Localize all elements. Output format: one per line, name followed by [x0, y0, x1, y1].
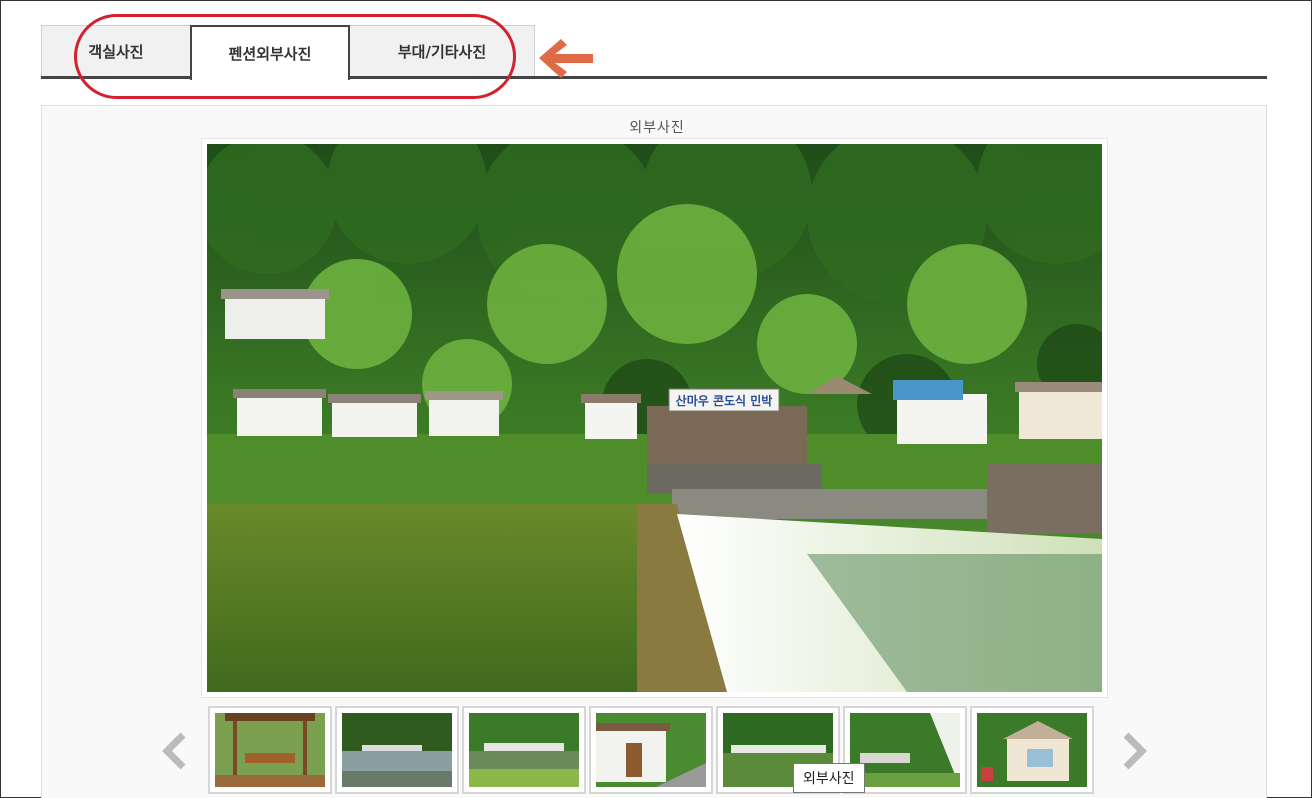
thumbnail-7[interactable] — [970, 706, 1094, 794]
main-photo-sign: 산마우 콘도식 민박 — [676, 393, 773, 408]
chevron-left-icon[interactable] — [159, 731, 191, 771]
tab-label: 부대/기타사진 — [397, 43, 487, 61]
thumbnail-3[interactable] — [462, 706, 586, 794]
tab-label: 펜션외부사진 — [228, 45, 312, 63]
thumbnail-tooltip: 외부사진 — [793, 763, 865, 793]
gallery-caption: 외부사진 — [629, 120, 685, 136]
tab-facility-photos[interactable]: 부대/기타사진 — [349, 25, 535, 77]
thumbnail-2[interactable] — [335, 706, 459, 794]
arrow-left-icon — [539, 39, 593, 78]
thumbnail-strip — [208, 706, 1094, 796]
tab-exterior-photos[interactable]: 펜션외부사진 — [190, 25, 350, 80]
tab-label: 객실사진 — [88, 43, 144, 61]
tab-bar: 객실사진 펜션외부사진 부대/기타사진 — [41, 25, 1267, 80]
main-photo: 산마우 콘도식 민박 — [201, 138, 1108, 698]
tab-room-photos[interactable]: 객실사진 — [41, 25, 191, 77]
thumbnail-4[interactable] — [589, 706, 713, 794]
chevron-right-icon[interactable] — [1118, 731, 1150, 771]
thumbnail-1[interactable] — [208, 706, 332, 794]
